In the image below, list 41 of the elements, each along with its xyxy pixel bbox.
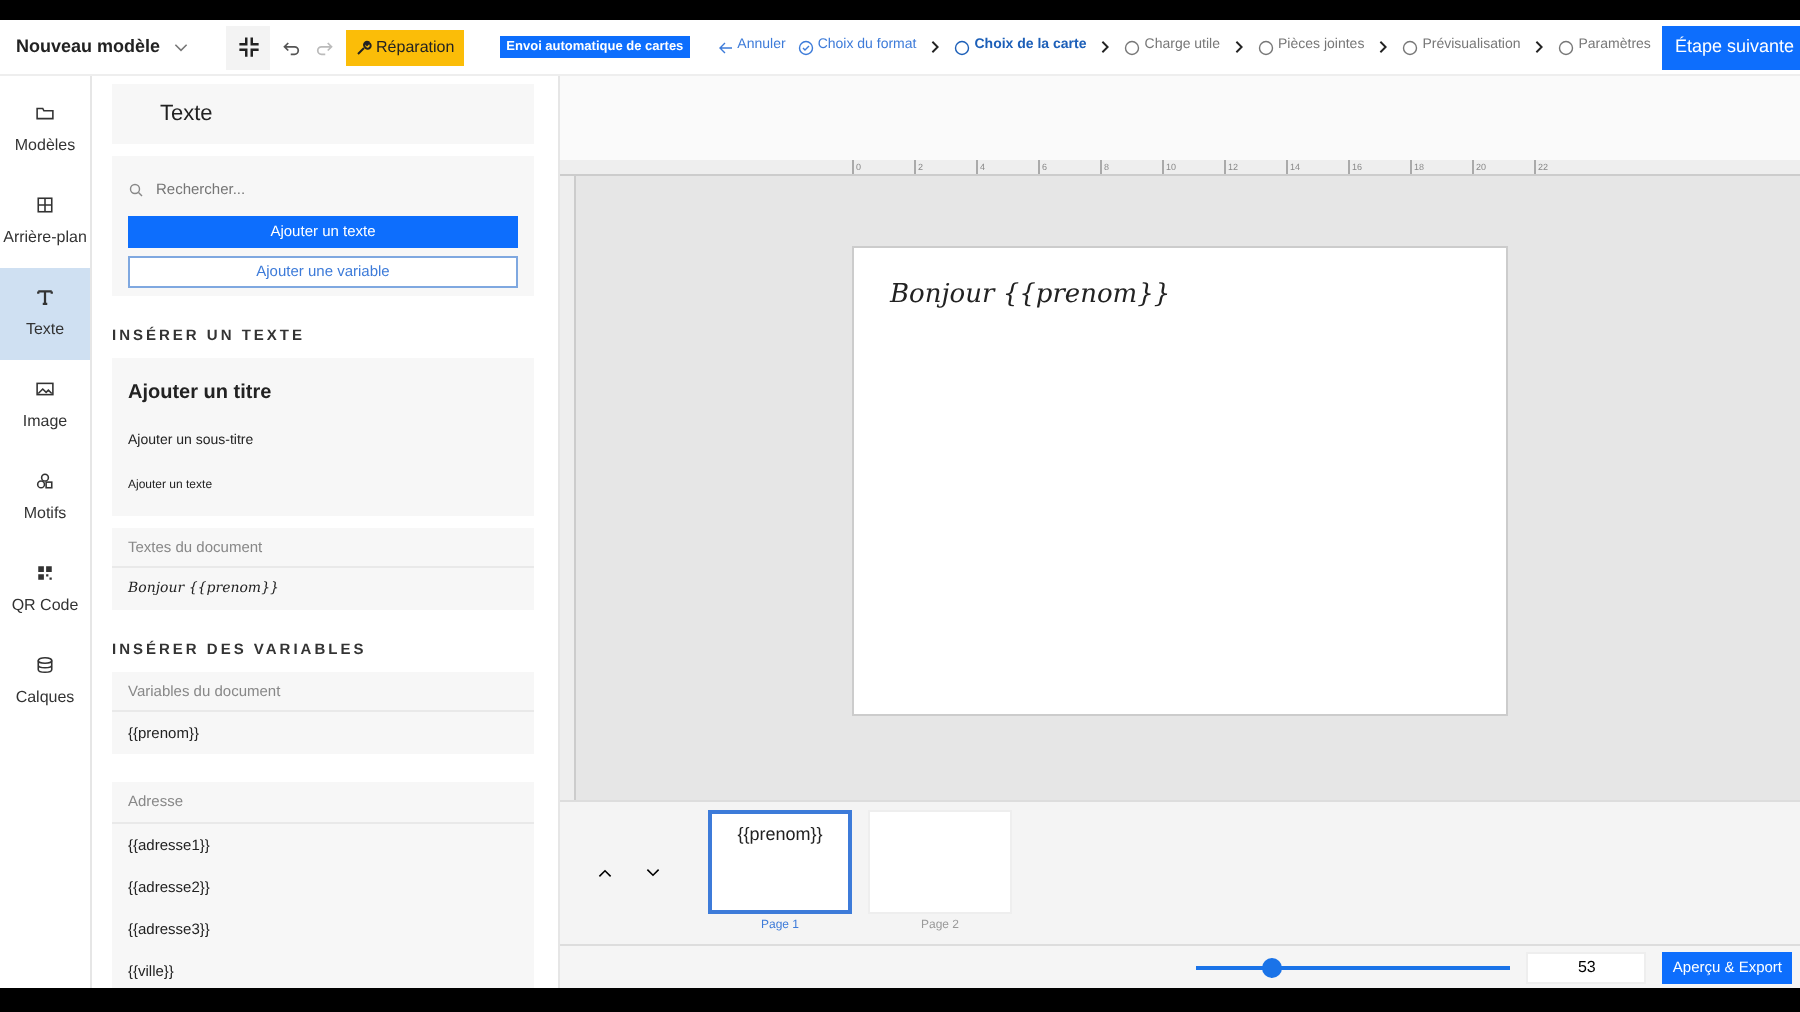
sidebar-item[interactable]: Calques — [0, 636, 90, 728]
circle-icon — [1258, 39, 1275, 55]
sidebar-item[interactable]: Texte — [0, 268, 90, 360]
template-title: Nouveau modèle — [16, 33, 161, 60]
circle-icon — [954, 39, 971, 55]
collapse-icon[interactable] — [237, 36, 260, 58]
search-icon — [128, 182, 144, 198]
insert-text-item[interactable]: Ajouter un titre — [112, 366, 534, 421]
chevron-up-icon[interactable] — [595, 864, 613, 882]
panel-title: Texte — [112, 84, 534, 144]
chevron-right-icon — [1376, 40, 1391, 54]
chevron-down-icon[interactable] — [643, 864, 661, 882]
grid-icon — [36, 195, 54, 213]
circle-icon — [1402, 39, 1419, 55]
chevron-right-icon — [1532, 40, 1547, 54]
layers-icon — [36, 655, 54, 673]
image-icon — [36, 379, 54, 397]
text-icon — [36, 287, 54, 305]
zoom-slider-thumb[interactable] — [1262, 957, 1283, 977]
card-text[interactable]: Bonjour {{prenom}} — [890, 276, 1470, 315]
shapes-icon — [36, 471, 54, 489]
check-circle-icon — [797, 39, 814, 55]
chevron-right-icon — [1098, 40, 1113, 54]
sidebar-item[interactable]: Arrière-plan — [0, 176, 90, 268]
sidebar-item[interactable]: Motifs — [0, 452, 90, 544]
sidebar-item[interactable]: QR Code — [0, 544, 90, 636]
zoom-field[interactable]: 53 — [1526, 951, 1647, 983]
circle-icon — [1558, 39, 1575, 55]
page-thumbnail[interactable]: {{prenom}} — [708, 810, 852, 914]
circle-icon — [1124, 39, 1141, 55]
arrow-left-icon — [717, 39, 734, 55]
repair-button[interactable]: Réparation — [346, 29, 465, 65]
chevron-right-icon — [928, 40, 943, 54]
sidebar-item[interactable]: Modèles — [0, 84, 90, 176]
thumbnail-text: {{prenom}} — [737, 824, 823, 844]
chevron-right-icon — [1232, 40, 1247, 54]
sidebar-item[interactable]: Image — [0, 360, 90, 452]
next-step-button[interactable]: Étape suivante — [1662, 25, 1800, 69]
folder-icon — [36, 103, 54, 121]
qr-code-icon — [36, 563, 54, 581]
undo-icon[interactable] — [282, 37, 303, 57]
